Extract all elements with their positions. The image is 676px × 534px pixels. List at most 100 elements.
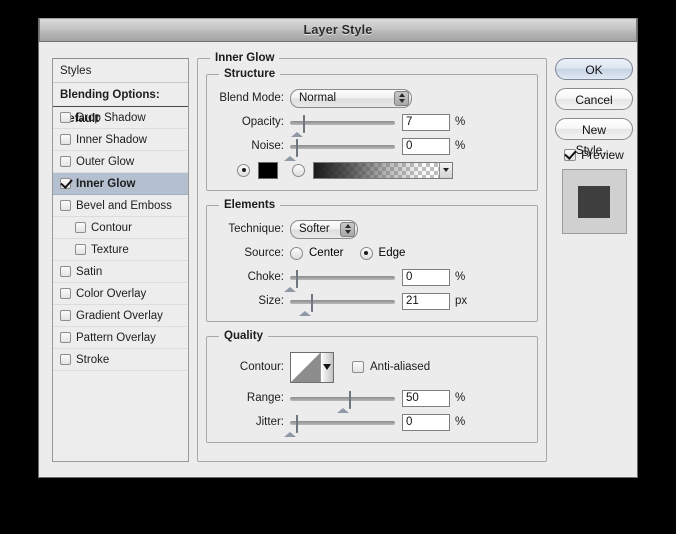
choke-row: Choke: % bbox=[215, 265, 529, 292]
jitter-slider[interactable] bbox=[284, 414, 395, 437]
contour-row: Contour: Anti-aliased bbox=[215, 348, 529, 386]
styles-list-item[interactable]: Satin bbox=[53, 261, 188, 283]
choke-slider-thumb[interactable] bbox=[284, 270, 298, 292]
blend-mode-select[interactable]: Normal bbox=[290, 88, 412, 108]
styles-list-item[interactable]: Color Overlay bbox=[53, 283, 188, 305]
styles-list-item-label: Inner Shadow bbox=[76, 133, 147, 146]
source-label: Source: bbox=[244, 247, 284, 259]
range-label: Range: bbox=[246, 392, 284, 404]
contour-label: Contour: bbox=[239, 361, 284, 373]
styles-list-item-label: Stroke bbox=[76, 353, 110, 366]
styles-list-item[interactable]: Inner Glow bbox=[53, 173, 188, 195]
choke-input[interactable] bbox=[402, 268, 450, 286]
opacity-label: Opacity: bbox=[241, 116, 284, 128]
styles-list-item-checkbox[interactable] bbox=[60, 200, 71, 211]
choke-unit: % bbox=[455, 271, 466, 283]
styles-list-item-checkbox[interactable] bbox=[60, 332, 71, 343]
dialog-title: Layer Style bbox=[303, 23, 373, 37]
noise-slider-track bbox=[290, 145, 395, 149]
opacity-unit: % bbox=[455, 116, 466, 128]
styles-list-item[interactable]: Gradient Overlay bbox=[53, 305, 188, 327]
glow-gradient-radio[interactable] bbox=[292, 163, 305, 177]
styles-list-item-checkbox[interactable] bbox=[60, 134, 71, 145]
styles-list-item-checkbox[interactable] bbox=[75, 244, 86, 255]
styles-list-item-checkbox[interactable] bbox=[60, 178, 71, 189]
styles-list-panel: Styles Blending Options: Default Drop Sh… bbox=[52, 58, 189, 462]
styles-list-item-checkbox[interactable] bbox=[75, 222, 86, 233]
source-edge-radio[interactable] bbox=[359, 246, 373, 260]
styles-list-item-checkbox[interactable] bbox=[60, 112, 71, 123]
styles-list-item[interactable]: Inner Shadow bbox=[53, 129, 188, 151]
styles-list-item[interactable]: Outer Glow bbox=[53, 151, 188, 173]
styles-list-item[interactable]: Pattern Overlay bbox=[53, 327, 188, 349]
source-center-radio[interactable] bbox=[290, 246, 303, 260]
styles-list-item-label: Bevel and Emboss bbox=[76, 199, 172, 212]
size-slider[interactable] bbox=[290, 293, 395, 316]
preview-checkbox[interactable] bbox=[564, 149, 577, 161]
noise-slider-thumb[interactable] bbox=[284, 139, 298, 161]
preview-toggle[interactable]: Preview bbox=[555, 148, 633, 162]
styles-list-item-checkbox[interactable] bbox=[60, 266, 71, 277]
styles-list-item[interactable]: Stroke bbox=[53, 349, 188, 371]
size-input[interactable] bbox=[402, 292, 450, 310]
contour-dropdown-icon[interactable] bbox=[320, 352, 333, 382]
glow-gradient-preview[interactable] bbox=[313, 161, 453, 179]
quality-group-title: Quality bbox=[224, 330, 263, 342]
styles-list-item-label: Texture bbox=[91, 243, 129, 256]
blend-mode-row: Blend Mode: Normal bbox=[215, 86, 529, 110]
ok-button[interactable]: OK bbox=[555, 58, 633, 80]
opacity-slider[interactable] bbox=[290, 114, 395, 137]
range-slider[interactable] bbox=[290, 390, 395, 413]
technique-select[interactable]: Softer bbox=[290, 219, 358, 239]
range-row: Range: % bbox=[215, 386, 529, 413]
elements-group-title: Elements bbox=[224, 199, 276, 211]
noise-slider[interactable] bbox=[284, 138, 395, 161]
styles-list-item-checkbox[interactable] bbox=[60, 156, 71, 167]
structure-group: Structure Blend Mode: Normal Opacity: 7 … bbox=[206, 68, 538, 191]
styles-list-item[interactable]: Bevel and Emboss bbox=[53, 195, 188, 217]
jitter-input[interactable] bbox=[402, 413, 450, 431]
range-slider-thumb[interactable] bbox=[336, 391, 351, 413]
glow-fill-row bbox=[215, 158, 529, 182]
noise-unit: % bbox=[455, 140, 466, 152]
dialog-actions: OK Cancel New Style... Preview bbox=[555, 58, 633, 234]
styles-list-rows: Drop Shadow Inner Shadow Outer Glow Inner G… bbox=[53, 107, 188, 371]
gradient-dropdown-icon[interactable] bbox=[439, 162, 452, 178]
updown-arrows-icon bbox=[340, 221, 355, 237]
jitter-label: Jitter: bbox=[255, 416, 284, 428]
noise-input[interactable] bbox=[402, 137, 450, 155]
styles-list-item-checkbox[interactable] bbox=[60, 310, 71, 321]
choke-slider[interactable] bbox=[284, 269, 395, 292]
anti-aliased-control[interactable]: Anti-aliased bbox=[352, 361, 430, 373]
contour-preset-picker[interactable] bbox=[290, 351, 334, 383]
technique-row: Technique: Softer bbox=[215, 217, 529, 241]
inner-glow-group-title: Inner Glow bbox=[215, 52, 275, 64]
styles-list-item-checkbox[interactable] bbox=[60, 354, 71, 365]
styles-list-item[interactable]: Texture bbox=[53, 239, 188, 261]
opacity-input[interactable] bbox=[402, 113, 450, 131]
size-slider-thumb[interactable] bbox=[298, 294, 313, 316]
dialog-titlebar: Layer Style bbox=[39, 18, 637, 42]
glow-color-radio[interactable] bbox=[237, 163, 250, 177]
quality-group: Quality Contour: Anti-aliased Range: 50 … bbox=[206, 330, 538, 443]
glow-color-swatch[interactable] bbox=[258, 161, 278, 179]
opacity-slider-thumb[interactable] bbox=[291, 115, 306, 137]
size-label: Size: bbox=[258, 295, 284, 307]
size-unit: px bbox=[455, 295, 468, 307]
contour-curve-thumbnail bbox=[291, 352, 320, 382]
jitter-slider-thumb[interactable] bbox=[284, 415, 298, 437]
gradient-fill bbox=[314, 162, 439, 178]
blend-mode-label: Blend Mode: bbox=[219, 92, 284, 104]
choke-label: Choke: bbox=[247, 271, 284, 283]
cancel-button[interactable]: Cancel bbox=[555, 88, 633, 110]
styles-list-item-label: Color Overlay bbox=[76, 287, 147, 300]
new-style-button[interactable]: New Style... bbox=[555, 118, 633, 157]
styles-list-item[interactable]: Contour bbox=[53, 217, 188, 239]
layer-preview-thumbnail bbox=[561, 169, 627, 234]
opacity-slider-track bbox=[290, 121, 395, 125]
styles-list-item-checkbox[interactable] bbox=[60, 288, 71, 299]
range-input[interactable] bbox=[402, 389, 450, 407]
styles-list-item-label: Outer Glow bbox=[76, 155, 135, 168]
blending-options-row[interactable]: Blending Options: Default bbox=[53, 83, 188, 125]
anti-aliased-checkbox[interactable] bbox=[352, 361, 364, 373]
